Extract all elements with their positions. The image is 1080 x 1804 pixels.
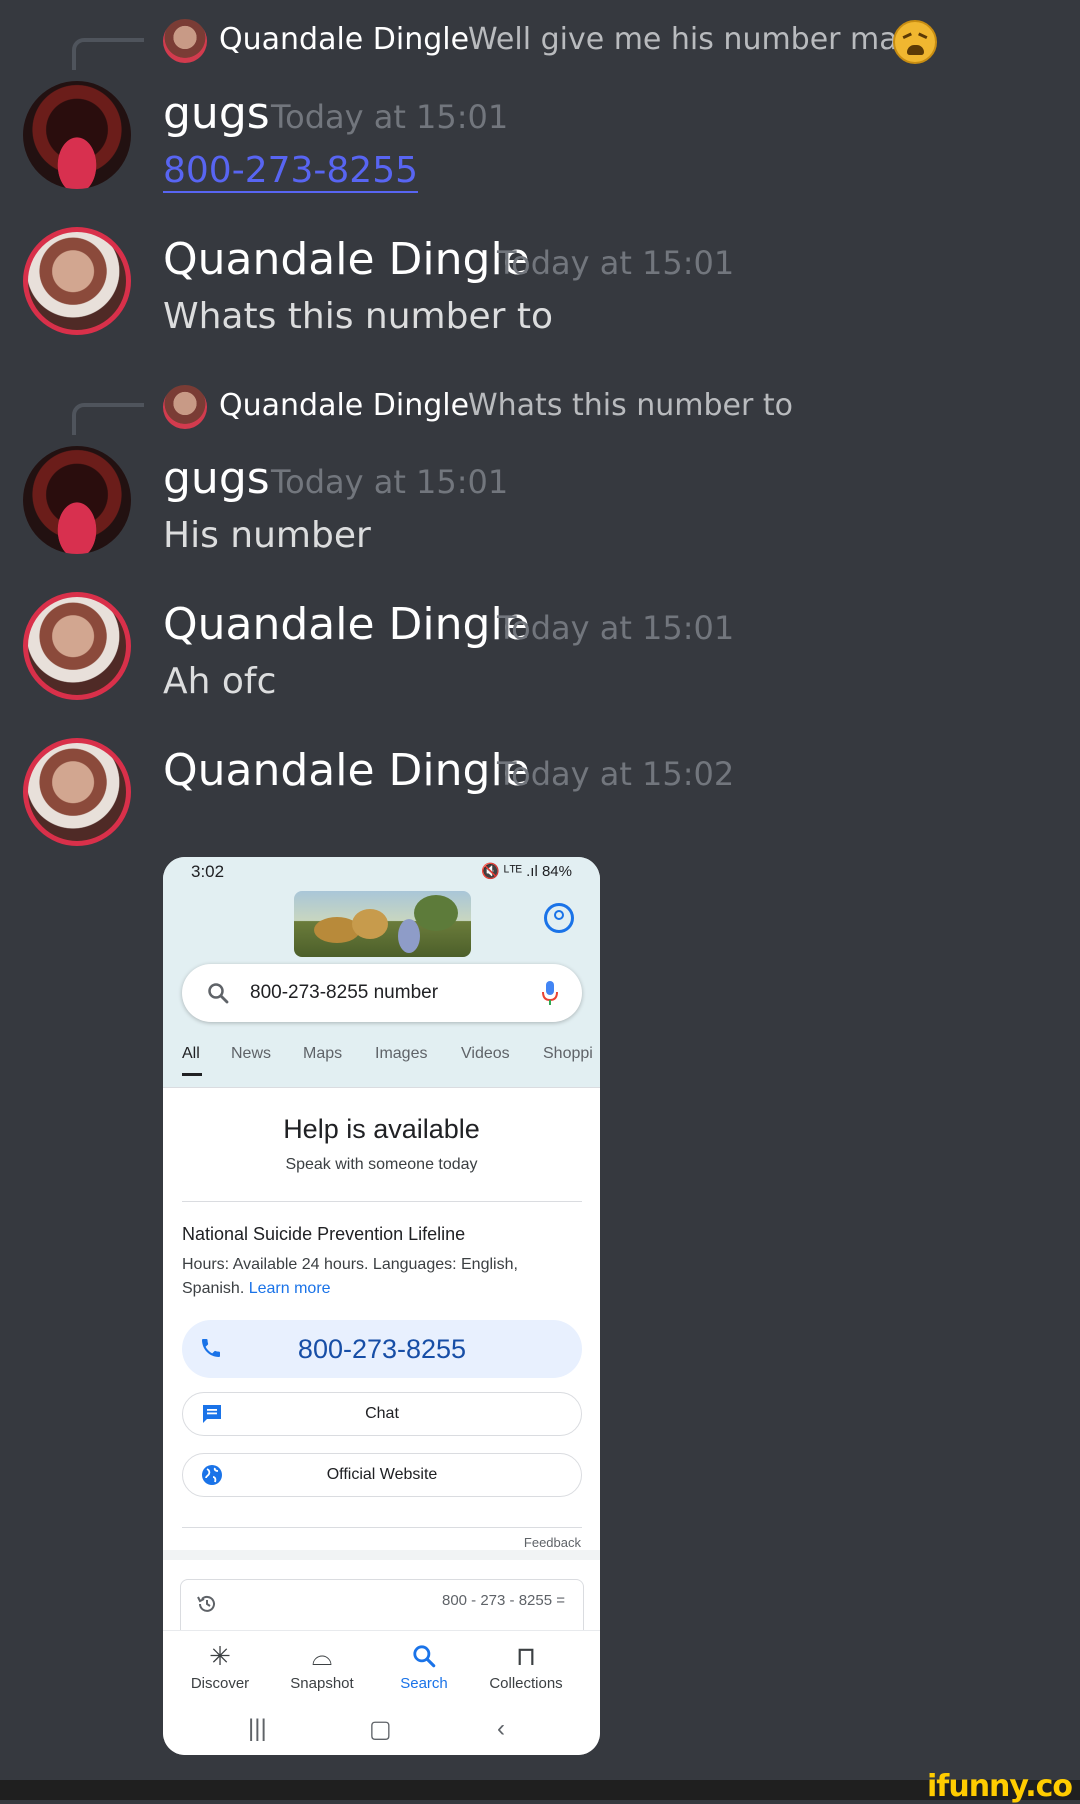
website-label: Official Website <box>326 1466 438 1483</box>
status-indicators: 🔇 ᴸᵀᴱ .ıl 84% <box>481 863 572 880</box>
website-button[interactable]: Official Website <box>182 1453 582 1497</box>
tab-videos[interactable]: Videos <box>461 1045 510 1063</box>
collections-icon: ⊓ <box>515 1641 537 1671</box>
google-doodle <box>294 891 471 957</box>
author-name[interactable]: Quandale Dingle <box>163 599 530 650</box>
nav-label: Discover <box>190 1675 250 1692</box>
tab-images[interactable]: Images <box>375 1045 427 1063</box>
nav-label: Search <box>400 1675 448 1692</box>
watermark: ifunny.co <box>927 1769 1073 1804</box>
nav-label: Collections <box>489 1675 563 1692</box>
avatar-gugs[interactable] <box>23 81 131 189</box>
reply-author[interactable]: Quandale Dingle <box>219 388 469 423</box>
avatar-gugs[interactable] <box>23 446 131 554</box>
section-separator <box>163 1550 600 1560</box>
timestamp: Today at 15:01 <box>497 244 735 282</box>
nav-discover[interactable]: ✳ Discover <box>170 1641 270 1692</box>
call-number: 800-273-8255 <box>297 1334 467 1364</box>
reply-text[interactable]: Well give me his number man <box>468 22 917 57</box>
author-name[interactable]: Quandale Dingle <box>163 745 530 796</box>
nav-label: Snapshot <box>290 1675 354 1692</box>
call-button[interactable]: 800-273-8255 <box>182 1320 582 1378</box>
phone-number-link[interactable]: 800-273-8255 <box>163 150 419 193</box>
chat-label: Chat <box>365 1405 399 1422</box>
tabs-divider <box>163 1087 600 1088</box>
timestamp: Today at 15:01 <box>271 98 509 136</box>
timestamp: Today at 15:02 <box>497 755 735 793</box>
tab-all[interactable]: All <box>182 1045 200 1063</box>
active-tab-indicator <box>182 1073 202 1076</box>
avatar-quandale[interactable] <box>23 738 131 846</box>
avatar-quandale[interactable] <box>23 592 131 700</box>
image-attachment[interactable]: 3:02 🔇 ᴸᵀᴱ .ıl 84% 800-273-8255 number A… <box>163 857 600 1755</box>
recents-icon[interactable]: ||| <box>248 1715 267 1743</box>
reply-author[interactable]: Quandale Dingle <box>219 22 469 57</box>
author-name[interactable]: Quandale Dingle <box>163 234 530 285</box>
account-icon[interactable] <box>544 903 574 933</box>
status-time: 3:02 <box>191 862 225 881</box>
author-name[interactable]: gugs <box>163 453 270 504</box>
nav-collections[interactable]: ⊓ Collections <box>476 1641 576 1692</box>
reply-line <box>72 38 144 70</box>
reply-avatar[interactable] <box>163 385 207 429</box>
message-text: Ah ofc <box>163 661 277 702</box>
calculator-expression: 800 - 273 - 8255 = <box>441 1592 565 1609</box>
tab-news[interactable]: News <box>231 1045 271 1063</box>
hours-info: Hours: Available 24 hours. Languages: En… <box>182 1253 572 1301</box>
search-icon <box>413 1645 436 1668</box>
reply-avatar[interactable] <box>163 19 207 63</box>
help-subtitle: Speak with someone today <box>285 1156 478 1173</box>
feedback-divider <box>182 1527 582 1528</box>
section-divider <box>182 1201 582 1202</box>
tab-maps[interactable]: Maps <box>303 1045 342 1063</box>
reply-text[interactable]: Whats this number to <box>468 388 793 423</box>
help-title: Help is available <box>283 1114 480 1144</box>
avatar-quandale[interactable] <box>23 227 131 335</box>
search-icon <box>208 983 229 1004</box>
search-tabs: All News Maps Images Videos Shoppi <box>163 1045 600 1085</box>
chat-button[interactable]: Chat <box>182 1392 582 1436</box>
hours-text: Hours: Available 24 hours. Languages: En… <box>182 1256 518 1297</box>
discover-icon: ✳ <box>209 1641 231 1671</box>
message-text: Whats this number to <box>163 296 554 337</box>
search-input[interactable]: 800-273-8255 number <box>182 964 582 1022</box>
back-icon[interactable]: ‹ <box>497 1715 505 1743</box>
microphone-icon[interactable] <box>542 980 558 1006</box>
tab-shopping[interactable]: Shoppi <box>543 1045 593 1063</box>
tired-face-emoji-icon <box>893 20 937 64</box>
footer-bar <box>0 1780 1080 1800</box>
bottom-nav: ✳ Discover ⌓ Snapshot Search ⊓ Collectio… <box>163 1630 600 1755</box>
history-icon <box>197 1595 215 1612</box>
nav-search[interactable]: Search <box>374 1641 474 1692</box>
home-icon[interactable]: ▢ <box>369 1715 392 1744</box>
snapshot-icon: ⌓ <box>311 1641 333 1671</box>
feedback-link[interactable]: Feedback <box>524 1535 581 1550</box>
org-name: National Suicide Prevention Lifeline <box>182 1224 466 1244</box>
message-text: His number <box>163 515 371 556</box>
timestamp: Today at 15:01 <box>497 609 735 647</box>
author-name[interactable]: gugs <box>163 88 270 139</box>
search-query: 800-273-8255 number <box>250 982 439 1003</box>
nav-snapshot[interactable]: ⌓ Snapshot <box>272 1641 372 1692</box>
learn-more-link[interactable]: Learn more <box>249 1280 331 1297</box>
reply-line <box>72 403 144 435</box>
timestamp: Today at 15:01 <box>271 463 509 501</box>
